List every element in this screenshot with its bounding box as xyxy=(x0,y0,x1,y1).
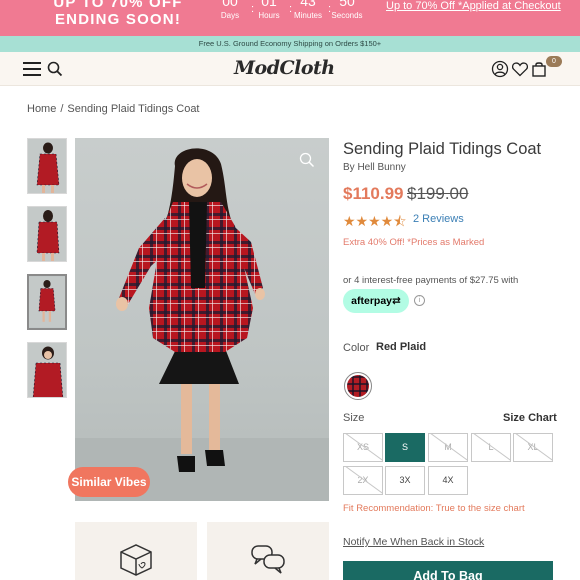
size-option-s[interactable]: S xyxy=(385,433,425,462)
countdown-days: 00 Days xyxy=(220,0,240,20)
reviews-link[interactable]: 2 Reviews xyxy=(413,213,464,225)
breadcrumb-current[interactable]: Sending Plaid Tidings Coat xyxy=(67,103,199,115)
size-option-m[interactable]: M xyxy=(428,433,468,462)
thumbnail-3[interactable] xyxy=(27,274,67,330)
search-icon[interactable] xyxy=(47,61,63,77)
box-heart-icon xyxy=(120,544,152,576)
color-swatch-red-plaid[interactable] xyxy=(344,372,372,400)
promo-banner: UP TO 70% OFF ENDING SOON! 00 Days : 01 … xyxy=(0,0,580,36)
zoom-icon[interactable] xyxy=(299,152,315,168)
size-option-3x[interactable]: 3X xyxy=(385,466,425,495)
site-header: ModCloth xyxy=(0,52,580,86)
feature-card-shipping[interactable] xyxy=(75,522,197,580)
model-photo xyxy=(75,148,329,501)
breadcrumb-separator: / xyxy=(60,103,64,115)
chat-bubbles-icon xyxy=(251,545,285,574)
color-value: Red Plaid xyxy=(376,341,427,353)
original-price: $199.00 xyxy=(407,184,469,203)
add-to-bag-button[interactable]: Add To Bag xyxy=(343,561,553,580)
promo-note: Extra 40% Off! *Prices as Marked xyxy=(343,237,485,248)
feature-card-chat[interactable] xyxy=(207,522,329,580)
site-logo[interactable]: ModCloth xyxy=(234,57,335,79)
rating-stars[interactable]: ★★★★⯪ xyxy=(343,211,406,235)
fit-recommendation: Fit Recommendation: True to the size cha… xyxy=(343,503,525,514)
size-option-xl[interactable]: XL xyxy=(513,433,553,462)
thumbnail-1[interactable] xyxy=(27,138,67,194)
account-icon[interactable] xyxy=(491,60,509,78)
shipping-banner[interactable]: Free U.S. Ground Economy Shipping on Ord… xyxy=(0,36,580,52)
size-option-l[interactable]: L xyxy=(471,433,511,462)
sale-price: $110.99 xyxy=(343,184,404,203)
size-option-4x[interactable]: 4X xyxy=(428,466,468,495)
size-chart-link[interactable]: Size Chart xyxy=(503,412,557,424)
countdown-seconds: 50 Seconds xyxy=(331,0,363,20)
countdown-hours: 01 Hours xyxy=(258,0,280,20)
promo-link[interactable]: Up to 70% Off *Applied at Checkout xyxy=(386,0,561,12)
countdown-minutes: 43 Minutes xyxy=(293,0,322,20)
cart-count-badge: 0 xyxy=(546,56,562,67)
product-brand[interactable]: By Hell Bunny xyxy=(343,162,406,173)
product-title: Sending Plaid Tidings Coat xyxy=(343,140,542,158)
installments-text: or 4 interest-free payments of $27.75 wi… xyxy=(343,275,519,286)
notify-back-in-stock-link[interactable]: Notify Me When Back in Stock xyxy=(343,536,484,548)
product-main-image[interactable] xyxy=(75,138,329,501)
color-label: Color xyxy=(343,342,370,354)
size-label: Size xyxy=(343,412,365,424)
similar-vibes-button[interactable]: Similar Vibes xyxy=(68,467,150,497)
size-option-xs[interactable]: XS xyxy=(343,433,383,462)
menu-icon[interactable] xyxy=(23,62,41,76)
promo-headline: UP TO 70% OFF ENDING SOON! xyxy=(53,0,183,28)
size-option-2x[interactable]: 2X xyxy=(343,466,383,495)
breadcrumb: Home / Sending Plaid Tidings Coat xyxy=(27,103,200,115)
afterpay-badge[interactable]: afterpay⇄ xyxy=(343,289,409,313)
thumbnail-4[interactable] xyxy=(27,342,67,398)
heart-icon[interactable] xyxy=(511,60,529,78)
info-icon[interactable]: i xyxy=(414,295,425,306)
thumbnail-2[interactable] xyxy=(27,206,67,262)
breadcrumb-home[interactable]: Home xyxy=(27,103,56,115)
